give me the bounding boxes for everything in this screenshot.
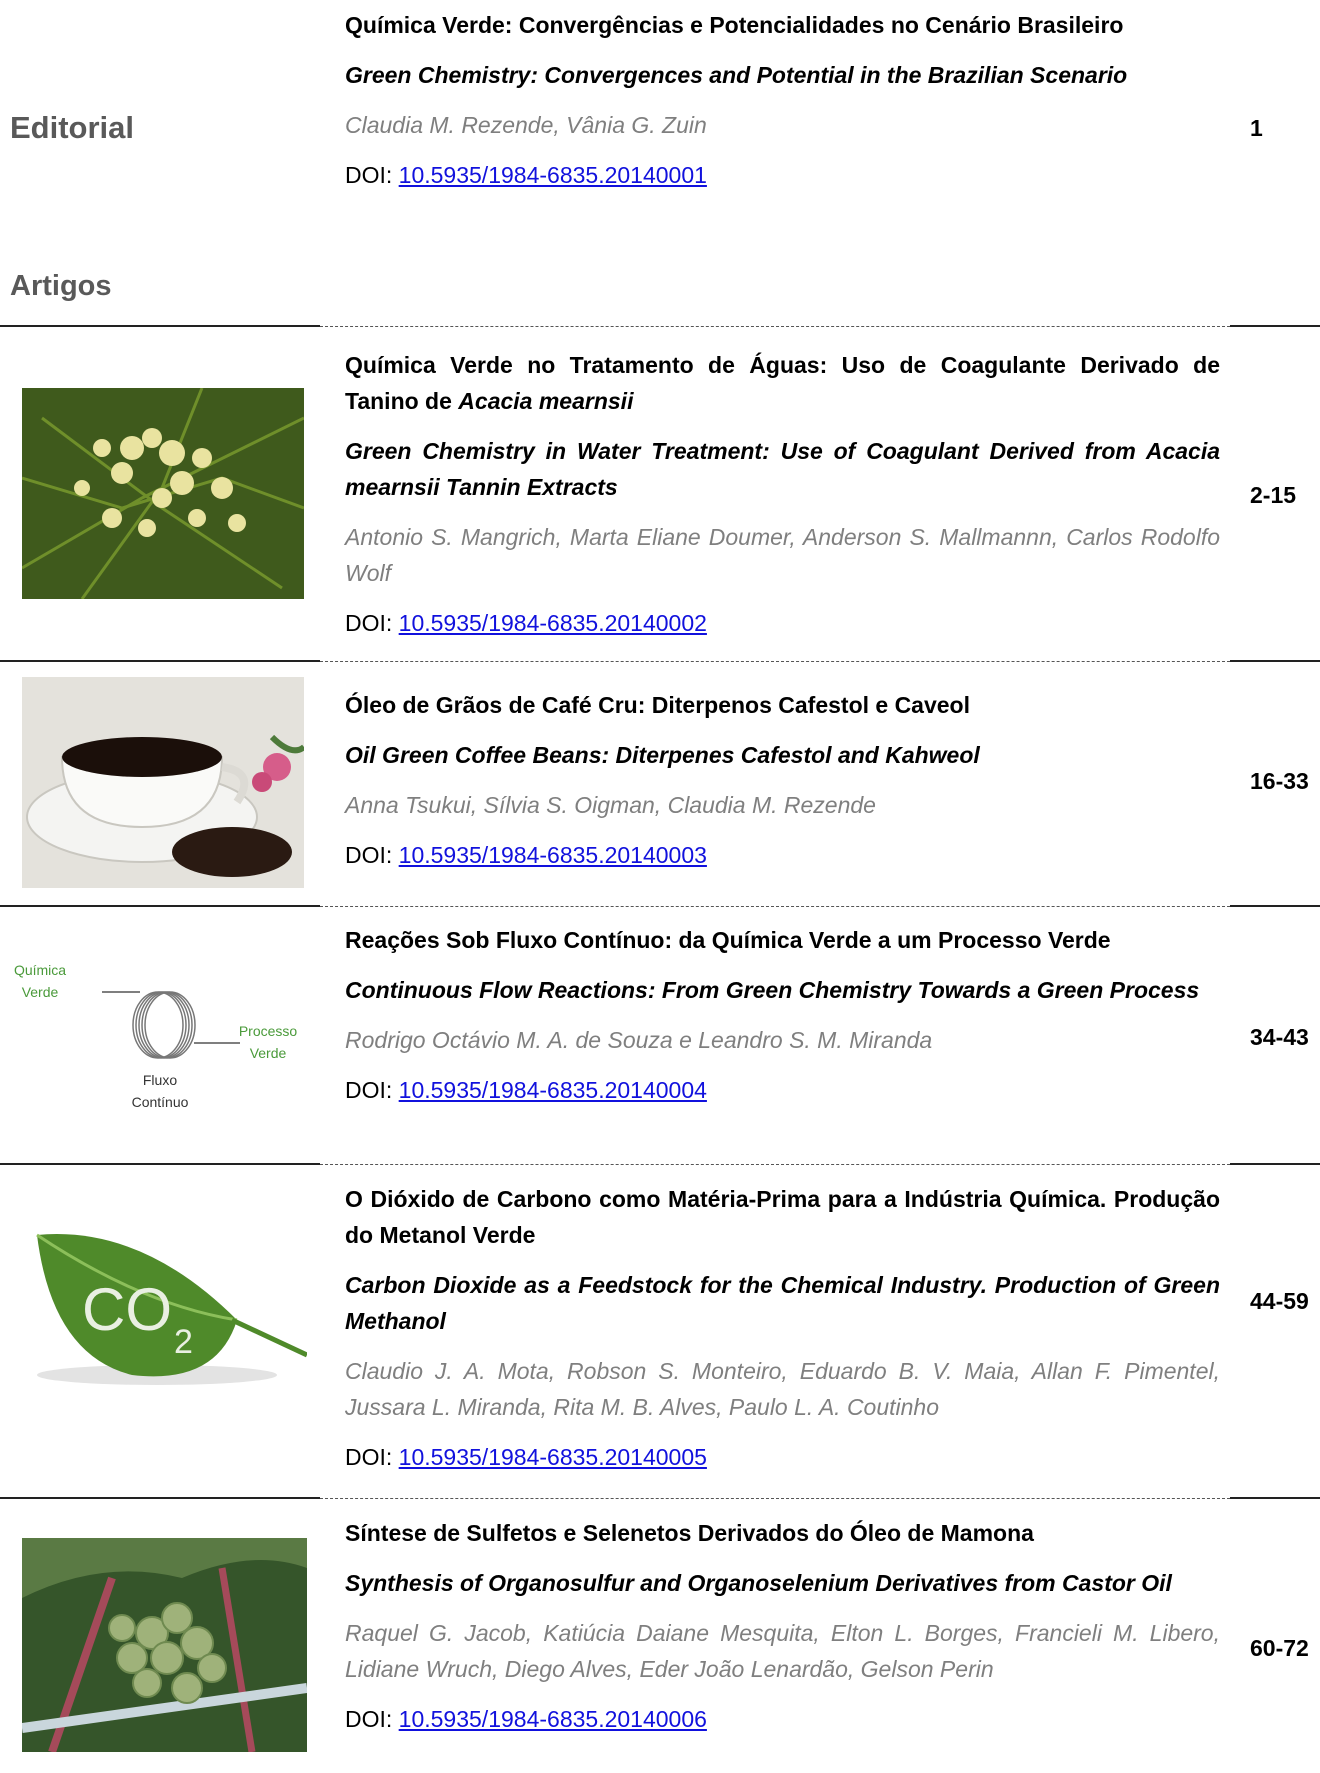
article-entry: Síntese de Sulfetos e Selenetos Derivado… <box>345 1515 1220 1737</box>
article-pages: 44-59 <box>1250 1288 1309 1314</box>
editorial-doi-link[interactable]: 10.5935/1984-6835.20140001 <box>399 162 707 188</box>
article-subtitle: Continuous Flow Reactions: From Green Ch… <box>345 977 1200 1003</box>
editorial-subtitle: Green Chemistry: Convergences and Potent… <box>345 62 1128 88</box>
editorial-doi: DOI: 10.5935/1984-6835.20140001 <box>345 162 707 188</box>
acacia-flower-photo-icon <box>22 388 304 599</box>
editorial-entry: Química Verde: Convergências e Potencial… <box>345 7 1220 193</box>
coffee-cup-photo-icon <box>22 677 304 888</box>
article-subtitle: Synthesis of Organosulfur and Organosele… <box>345 1570 1172 1596</box>
castor-plant-photo-icon <box>22 1538 307 1752</box>
article-entry: Reações Sob Fluxo Contínuo: da Química V… <box>345 922 1220 1108</box>
article-entry: Química Verde no Tratamento de Águas: Us… <box>345 347 1220 641</box>
co2-text: CO <box>82 1276 172 1343</box>
article-authors: Raquel G. Jacob, Katiúcia Daiane Mesquit… <box>345 1620 1220 1682</box>
article-pages: 34-43 <box>1250 1024 1309 1050</box>
diagram-label: Contínuo <box>132 1094 189 1110</box>
article-authors: Antonio S. Mangrich, Marta Eliane Doumer… <box>345 524 1220 586</box>
diagram-label: Verde <box>22 984 59 1000</box>
editorial-title: Química Verde: Convergências e Potencial… <box>345 12 1124 38</box>
article-title: O Dióxido de Carbono como Matéria-Prima … <box>345 1186 1220 1248</box>
article-doi: DOI: 10.5935/1984-6835.20140003 <box>345 842 707 868</box>
article-doi: DOI: 10.5935/1984-6835.20140005 <box>345 1444 707 1470</box>
diagram-label: Processo <box>239 1023 298 1039</box>
article-title: Química Verde no Tratamento de Águas: Us… <box>345 352 1220 414</box>
article-doi: DOI: 10.5935/1984-6835.20140004 <box>345 1077 707 1103</box>
article-authors: Rodrigo Octávio M. A. de Souza e Leandro… <box>345 1027 933 1053</box>
flow-coil-diagram-icon: Química Verde Processo Verde Fluxo Contí… <box>10 955 310 1130</box>
co2-subscript: 2 <box>174 1323 193 1361</box>
diagram-label: Verde <box>250 1045 287 1061</box>
article-doi-link[interactable]: 10.5935/1984-6835.20140004 <box>399 1077 707 1103</box>
article-title: Síntese de Sulfetos e Selenetos Derivado… <box>345 1520 1034 1546</box>
article-authors: Anna Tsukui, Sílvia S. Oigman, Claudia M… <box>345 792 876 818</box>
article-doi-link[interactable]: 10.5935/1984-6835.20140003 <box>399 842 707 868</box>
article-subtitle: Green Chemistry in Water Treatment: Use … <box>345 438 1220 500</box>
article-doi-link[interactable]: 10.5935/1984-6835.20140005 <box>399 1444 707 1470</box>
editorial-pages: 1 <box>1250 115 1263 141</box>
diagram-label: Fluxo <box>143 1072 177 1088</box>
article-pages: 60-72 <box>1250 1635 1309 1661</box>
diagram-label: Química <box>14 962 66 978</box>
article-entry: Óleo de Grãos de Café Cru: Diterpenos Ca… <box>345 687 1220 873</box>
articles-section-label: Artigos <box>10 270 112 302</box>
article-doi: DOI: 10.5935/1984-6835.20140006 <box>345 1706 707 1732</box>
co2-leaf-photo-icon: CO 2 <box>22 1225 307 1390</box>
editorial-authors: Claudia M. Rezende, Vânia G. Zuin <box>345 112 707 138</box>
article-title: Reações Sob Fluxo Contínuo: da Química V… <box>345 927 1111 953</box>
article-doi-link[interactable]: 10.5935/1984-6835.20140002 <box>399 610 707 636</box>
article-entry: O Dióxido de Carbono como Matéria-Prima … <box>345 1181 1220 1475</box>
article-pages: 2-15 <box>1250 482 1297 508</box>
article-authors: Claudio J. A. Mota, Robson S. Monteiro, … <box>345 1358 1220 1420</box>
article-subtitle: Oil Green Coffee Beans: Diterpenes Cafes… <box>345 742 980 768</box>
article-subtitle: Carbon Dioxide as a Feedstock for the Ch… <box>345 1272 1220 1334</box>
article-doi: DOI: 10.5935/1984-6835.20140002 <box>345 610 707 636</box>
editorial-section-label: Editorial <box>10 110 135 145</box>
article-title: Óleo de Grãos de Café Cru: Diterpenos Ca… <box>345 692 970 718</box>
article-pages: 16-33 <box>1250 768 1309 794</box>
article-doi-link[interactable]: 10.5935/1984-6835.20140006 <box>399 1706 707 1732</box>
